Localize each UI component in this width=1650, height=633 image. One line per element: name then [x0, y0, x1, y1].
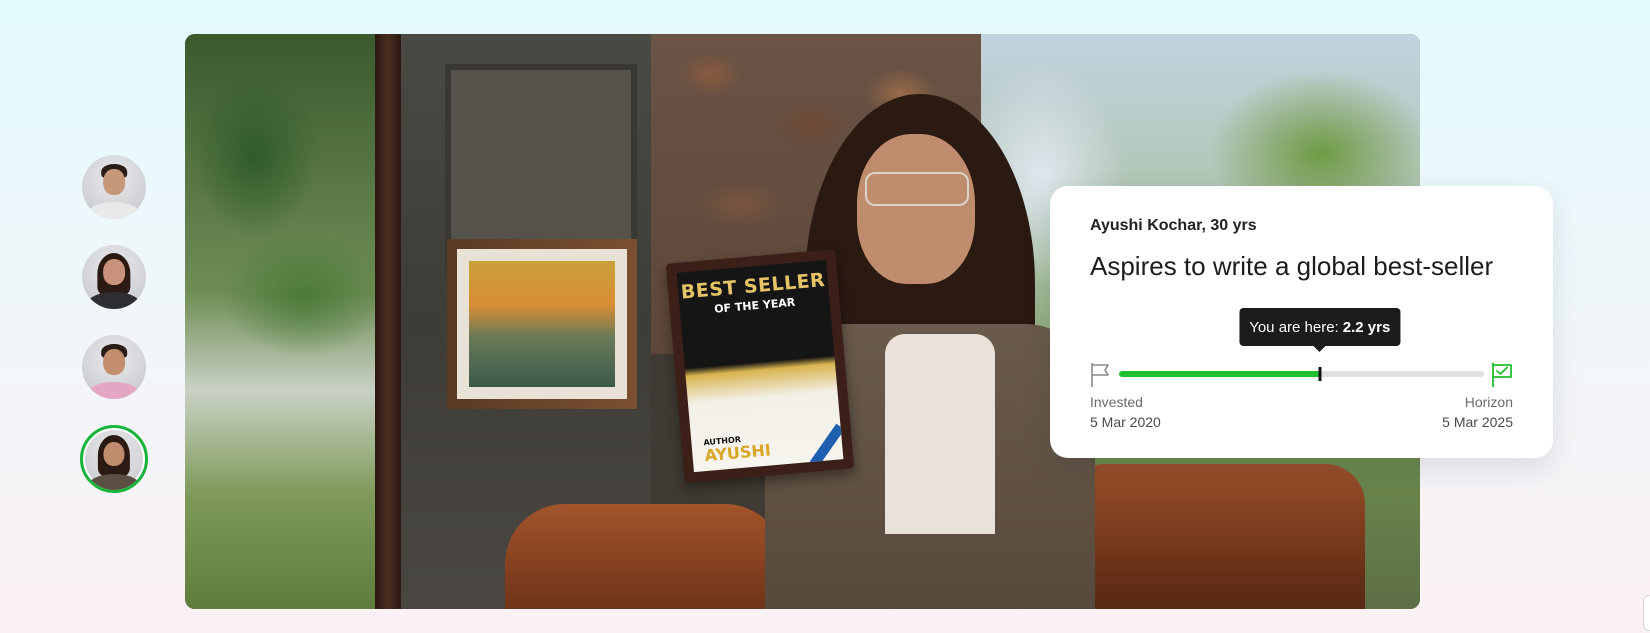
photo-window-frame	[375, 34, 401, 609]
avatar-option-4[interactable]	[80, 425, 148, 493]
person-name-age: Ayushi Kochar, 30 yrs	[1090, 217, 1257, 234]
goal-title: Aspires to write a global best-seller	[1090, 251, 1494, 281]
avatar-shirt	[87, 202, 141, 219]
avatar-option-3[interactable]	[82, 335, 146, 399]
avatar-face	[103, 259, 125, 285]
avatar-option-2[interactable]	[82, 245, 146, 309]
progress-track	[1119, 367, 1484, 381]
photo-person-shirt	[885, 334, 995, 534]
goal-card: Ayushi Kochar, 30 yrs Aspires to write a…	[1050, 186, 1553, 458]
progress-tooltip: You are here: 2.2 yrs	[1239, 308, 1401, 346]
avatar-list	[80, 155, 148, 493]
avatar-face	[103, 441, 125, 467]
photo-painting	[447, 239, 637, 409]
award-stripe	[809, 423, 844, 468]
photo-sofa-right	[1065, 464, 1365, 609]
flag-check-icon	[1492, 363, 1512, 387]
award-plaque: BEST SELLER OF THE YEAR AUTHOR AYUSHI	[665, 249, 855, 483]
flag-icon	[1091, 363, 1109, 387]
avatar-face	[103, 349, 125, 375]
painting-art	[469, 261, 615, 387]
tooltip-prefix: You are here:	[1249, 318, 1339, 336]
horizon-label: Horizon	[1464, 394, 1513, 410]
horizon-date: 5 Mar 2025	[1442, 414, 1513, 430]
photo-person-face	[857, 134, 975, 284]
avatar-shirt	[87, 292, 141, 309]
photo-person-glasses	[865, 172, 969, 206]
painting-mat	[457, 249, 627, 399]
avatar-option-1[interactable]	[82, 155, 146, 219]
horizon-info: Horizon 5 Mar 2025	[1442, 392, 1513, 432]
invested-info: Invested 5 Mar 2020	[1090, 392, 1161, 432]
award-face: BEST SELLER OF THE YEAR AUTHOR AYUSHI	[676, 259, 844, 473]
goal-progress: You are here: 2.2 yrs Invested 5 Mar 202…	[1090, 308, 1513, 430]
avatar-shirt	[88, 473, 140, 490]
photo-sofa-left	[505, 504, 785, 609]
photo-garden-window	[185, 34, 395, 609]
tooltip-value: 2.2 yrs	[1342, 318, 1391, 336]
avatar-face	[103, 169, 125, 195]
scroll-handle[interactable]	[1643, 595, 1650, 631]
progress-marker[interactable]	[1318, 367, 1322, 381]
invested-label: Invested	[1090, 394, 1143, 410]
invested-date: 5 Mar 2020	[1090, 414, 1161, 430]
progress-fill	[1119, 371, 1320, 377]
avatar-shirt	[87, 382, 141, 399]
